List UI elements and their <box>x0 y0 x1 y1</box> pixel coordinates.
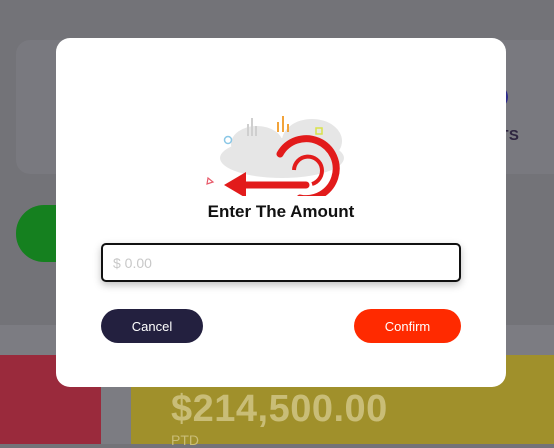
confirm-button[interactable]: Confirm <box>354 309 461 343</box>
total-amount-caption: PTD <box>171 432 199 448</box>
total-amount: $214,500.00 <box>171 388 388 430</box>
cancel-button[interactable]: Cancel <box>101 309 203 343</box>
amount-input[interactable] <box>101 243 461 282</box>
amount-dialog: Enter The Amount Cancel Confirm <box>56 38 506 387</box>
dialog-title: Enter The Amount <box>207 202 355 221</box>
logout-arrow-icon <box>206 116 344 196</box>
